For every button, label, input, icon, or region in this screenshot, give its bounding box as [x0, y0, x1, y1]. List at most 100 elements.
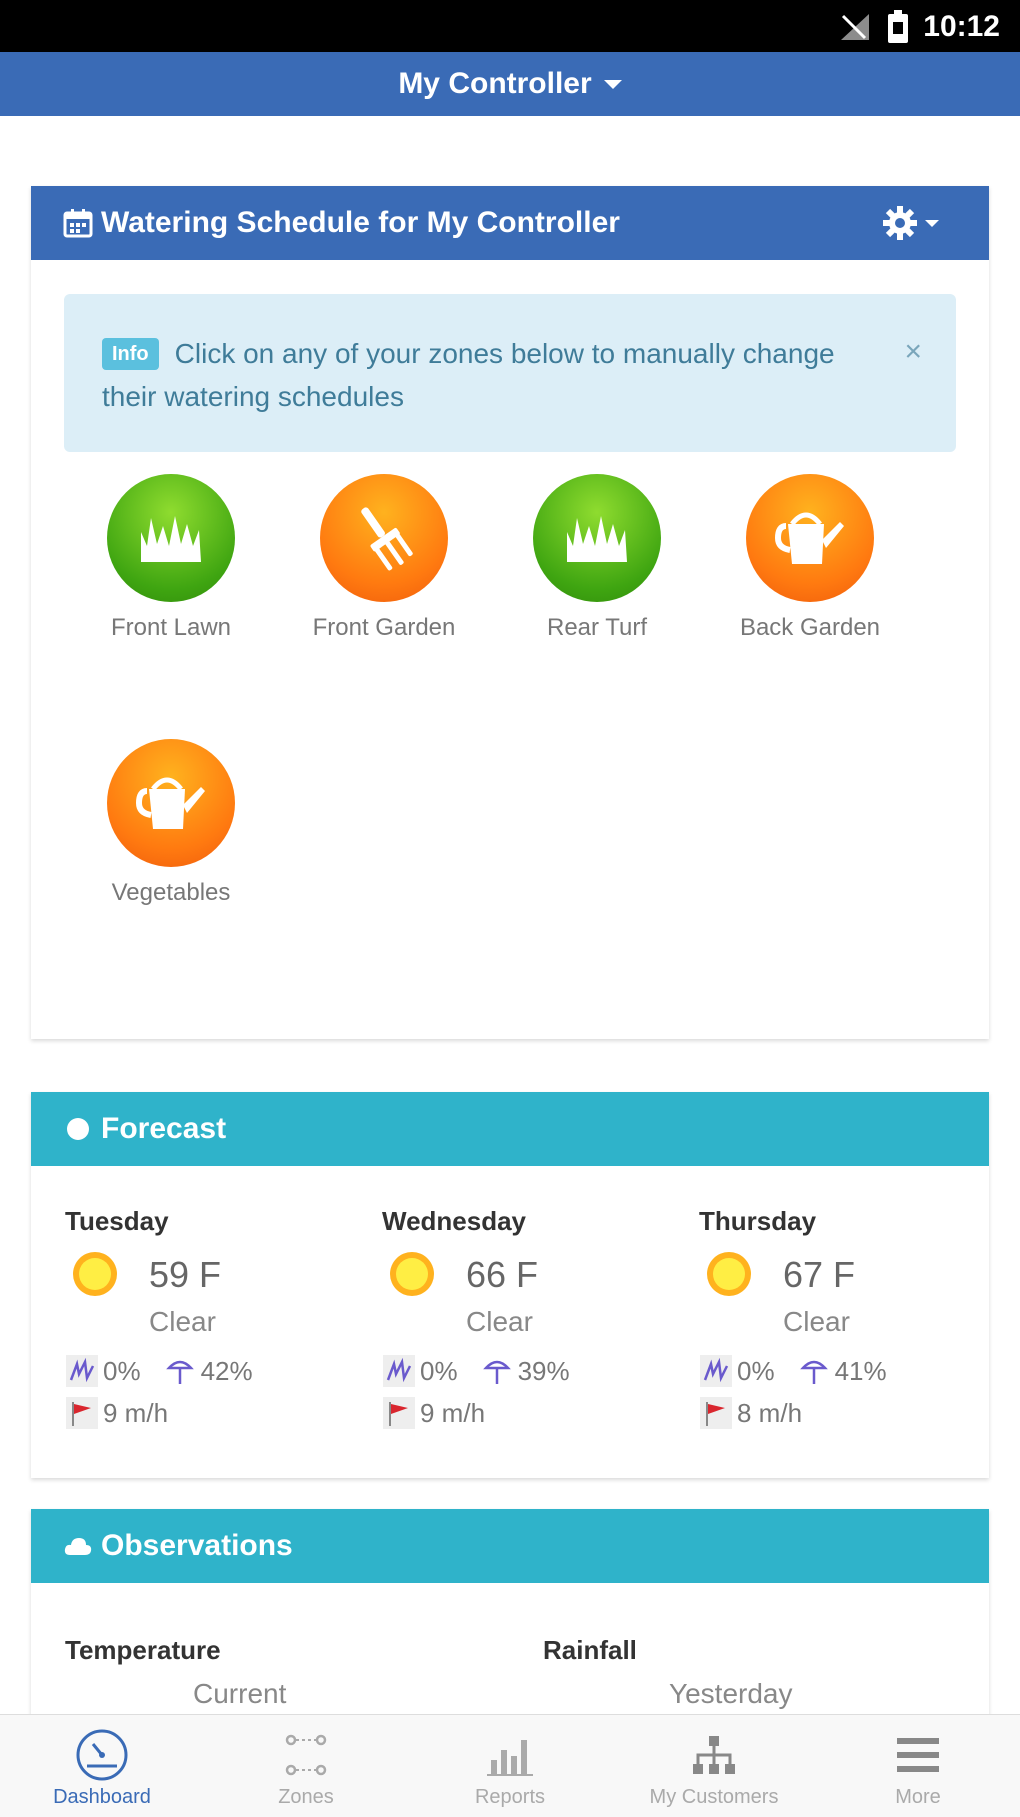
- observations-header: Observations: [31, 1509, 989, 1583]
- metric-line: 0% 42%: [65, 1350, 355, 1392]
- forecast-metrics: 0% 42% 9 m/h: [65, 1350, 355, 1434]
- rainfall-observation: Rainfall Yesterday: [543, 1635, 793, 1710]
- forecast-condition: Clear: [783, 1306, 850, 1337]
- zone-icon-circle: [533, 474, 661, 602]
- nav-item-reports[interactable]: Reports: [408, 1715, 612, 1817]
- menu-icon: [897, 1738, 939, 1772]
- zones-icon: [285, 1734, 327, 1776]
- zone-icon-circle: [320, 474, 448, 602]
- zone-vegetables[interactable]: Vegetables: [71, 739, 271, 907]
- humidity-value: 42%: [200, 1355, 253, 1386]
- nav-label: Zones: [278, 1786, 334, 1808]
- forecast-metrics: 0% 41% 8 m/h: [699, 1350, 989, 1434]
- temperature-heading: Temperature: [65, 1635, 221, 1665]
- controller-selector[interactable]: My Controller: [0, 52, 1020, 116]
- nav-item-zones[interactable]: Zones: [204, 1715, 408, 1817]
- signal-off-icon: [841, 14, 870, 40]
- zone-label: Back Garden: [739, 614, 881, 641]
- watering-schedule-header: Watering Schedule for My Controller: [31, 186, 989, 260]
- status-bar: 10:12: [0, 0, 1020, 52]
- zone-icon-circle: [746, 474, 874, 602]
- forecast-day: Tuesday 59 F Clear 0% 42% 9 m/h: [65, 1206, 355, 1434]
- forecast-day-name: Wednesday: [382, 1206, 527, 1236]
- controller-title: My Controller: [398, 67, 592, 100]
- forecast-condition: Clear: [149, 1306, 216, 1337]
- grass-icon: [141, 516, 201, 562]
- sun-icon: [390, 1252, 434, 1296]
- nav-label: My Customers: [649, 1786, 779, 1808]
- grass-icon: [567, 516, 627, 562]
- zone-label: Front Lawn: [110, 614, 232, 641]
- forecast-header: Forecast: [31, 1092, 989, 1166]
- forecast-temp: 67 F: [783, 1254, 856, 1295]
- rain-chance-icon: [700, 1355, 732, 1387]
- precip-value: 0%: [420, 1355, 458, 1386]
- rain-chance-icon: [66, 1355, 98, 1387]
- forecast-temp-row: 66 F: [382, 1248, 672, 1306]
- rain-chance-icon: [383, 1355, 415, 1387]
- close-icon[interactable]: ×: [904, 332, 922, 372]
- forecast-day: Thursday 67 F Clear 0% 41% 8 m/h: [699, 1206, 989, 1434]
- forecast-title: Forecast: [101, 1112, 227, 1145]
- watering-schedule-card: Watering Schedule for My Controller Info…: [31, 186, 989, 1039]
- info-alert: Info Click on any of your zones below to …: [64, 294, 956, 452]
- nav-item-more[interactable]: More: [816, 1715, 1020, 1817]
- zone-front-lawn[interactable]: Front Lawn: [71, 474, 271, 642]
- wind-value: 9 m/h: [103, 1397, 169, 1428]
- cloud-icon: [64, 1538, 92, 1555]
- info-alert-text: Click on any of your zones below to manu…: [102, 338, 835, 412]
- garden-tool-icon: [361, 507, 413, 571]
- chevron-down-icon: [925, 219, 939, 227]
- nav-item-my-customers[interactable]: My Customers: [612, 1715, 816, 1817]
- wind-value: 8 m/h: [737, 1397, 803, 1428]
- chevron-down-icon: [603, 79, 622, 89]
- humidity-value: 41%: [834, 1355, 887, 1386]
- battery-icon: [888, 10, 909, 43]
- rainfall-sub: Yesterday: [669, 1678, 793, 1709]
- forecast-day: Wednesday 66 F Clear 0% 39% 9 m/h: [382, 1206, 672, 1434]
- settings-dropdown[interactable]: [881, 204, 939, 242]
- nav-label: More: [895, 1786, 941, 1808]
- wind-flag-icon: [383, 1397, 415, 1429]
- forecast-temp-row: 67 F: [699, 1248, 989, 1306]
- forecast-temp-row: 59 F: [65, 1248, 355, 1306]
- calendar-icon: [63, 209, 93, 238]
- zone-front-garden[interactable]: Front Garden: [284, 474, 484, 642]
- wind-value: 9 m/h: [420, 1397, 486, 1428]
- zone-rear-turf[interactable]: Rear Turf: [497, 474, 697, 642]
- zone-back-garden[interactable]: Back Garden: [710, 474, 910, 642]
- sun-icon: [73, 1252, 117, 1296]
- wind-flag-icon: [700, 1397, 732, 1429]
- zone-icon-circle: [107, 739, 235, 867]
- dashboard-icon: [76, 1729, 128, 1781]
- metric-line: 0% 41%: [699, 1350, 989, 1392]
- sun-small-icon: [67, 1118, 89, 1140]
- humidity-icon: [482, 1360, 511, 1384]
- sun-icon: [707, 1252, 751, 1296]
- metric-line: 8 m/h: [699, 1392, 989, 1434]
- zone-label: Vegetables: [111, 879, 231, 906]
- temperature-sub: Current: [193, 1678, 287, 1709]
- org-chart-icon: [693, 1736, 735, 1774]
- forecast-condition: Clear: [466, 1306, 533, 1337]
- forecast-card: Forecast Tuesday 59 F Clear 0% 42% 9 m/h…: [31, 1092, 989, 1478]
- nav-item-dashboard[interactable]: Dashboard: [0, 1715, 204, 1817]
- rainfall-heading: Rainfall: [543, 1635, 637, 1665]
- humidity-icon: [165, 1360, 194, 1384]
- app-root: 10:12 My Controller Watering Schedule fo…: [0, 0, 1020, 1817]
- metric-line: 9 m/h: [65, 1392, 355, 1434]
- humidity-value: 39%: [517, 1355, 570, 1386]
- gear-icon: [883, 206, 917, 240]
- precip-value: 0%: [103, 1355, 141, 1386]
- zone-label: Front Garden: [312, 614, 456, 641]
- info-badge: Info: [102, 338, 159, 370]
- status-icons: 10:12: [839, 8, 1000, 46]
- bottom-nav: Dashboard Zones Reports My Customers Mor…: [0, 1714, 1020, 1817]
- metric-line: 9 m/h: [382, 1392, 672, 1434]
- watering-schedule-title: Watering Schedule for My Controller: [101, 206, 620, 239]
- watering-can-icon: [774, 512, 844, 564]
- forecast-day-name: Thursday: [699, 1206, 817, 1236]
- forecast-metrics: 0% 39% 9 m/h: [382, 1350, 672, 1434]
- forecast-day-name: Tuesday: [65, 1206, 169, 1236]
- zone-label: Rear Turf: [546, 614, 648, 641]
